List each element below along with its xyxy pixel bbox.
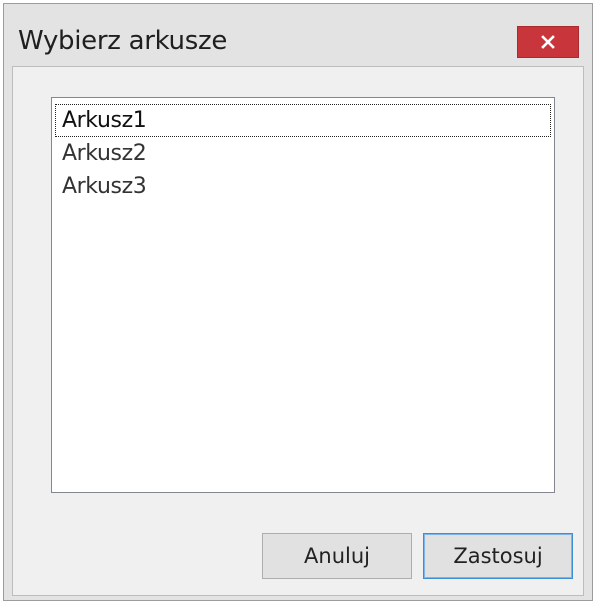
sheets-listbox[interactable]: Arkusz1 Arkusz2 Arkusz3 [51, 97, 555, 493]
title-bar[interactable]: Wybierz arkusze [4, 4, 592, 66]
cancel-button[interactable]: Anuluj [262, 533, 412, 579]
select-sheets-dialog: Wybierz arkusze Arkusz1 Arkusz2 Arkusz3 … [3, 3, 593, 601]
close-icon [541, 35, 555, 49]
sheets-list: Arkusz1 Arkusz2 Arkusz3 [52, 98, 554, 203]
list-item-arkusz2[interactable]: Arkusz2 [55, 137, 551, 170]
list-item-arkusz1[interactable]: Arkusz1 [55, 104, 551, 137]
list-item-arkusz3[interactable]: Arkusz3 [55, 170, 551, 203]
dialog-content: Arkusz1 Arkusz2 Arkusz3 Anuluj Zastosuj [12, 66, 584, 596]
dialog-title: Wybierz arkusze [18, 26, 228, 56]
close-button[interactable] [517, 26, 579, 58]
apply-button[interactable]: Zastosuj [423, 533, 573, 579]
